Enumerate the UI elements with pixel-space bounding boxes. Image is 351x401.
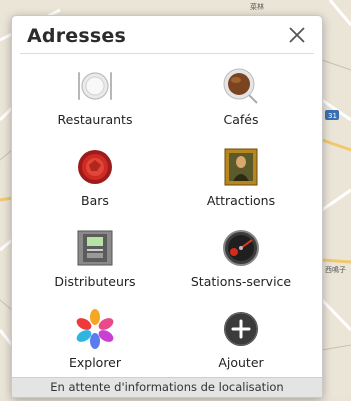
status-bar: En attente d'informations de localisatio… <box>12 377 322 397</box>
category-ajouter[interactable]: Ajouter <box>181 305 301 379</box>
dialog-header: Adresses <box>12 16 322 54</box>
category-attractions[interactable]: Attractions <box>181 143 301 217</box>
category-explorer[interactable]: Explorer <box>35 305 155 379</box>
category-label: Attractions <box>206 193 276 208</box>
map-place-label: 菜林 <box>250 2 264 11</box>
route-shield-label: 31 <box>328 112 337 120</box>
map-place-label: 西鳴子 <box>325 265 346 274</box>
category-label: Bars <box>81 193 109 208</box>
header-divider <box>20 53 314 54</box>
bottle-cap-icon <box>78 150 112 184</box>
category-label: Distributeurs <box>54 274 136 289</box>
category-cafes[interactable]: Cafés <box>181 62 301 136</box>
plate-cutlery-icon <box>78 72 112 100</box>
category-stations-service[interactable]: Stations-service <box>181 224 301 298</box>
category-bars[interactable]: Bars <box>35 143 155 217</box>
fuel-gauge-icon <box>223 230 259 266</box>
category-label: Explorer <box>68 355 122 370</box>
category-label: Cafés <box>223 112 259 127</box>
close-icon[interactable] <box>286 24 308 46</box>
mona-lisa-painting-icon <box>224 148 258 186</box>
dialog-title: Adresses <box>27 25 126 47</box>
addresses-dialog: Adresses Restaurants Cafés Bars Attracti… <box>12 16 322 397</box>
atm-icon <box>77 230 113 266</box>
category-distributeurs[interactable]: Distributeurs <box>35 224 155 298</box>
add-icon <box>224 312 258 346</box>
category-label: Ajouter <box>218 355 264 370</box>
coffee-cup-icon <box>223 68 258 104</box>
category-label: Restaurants <box>57 112 133 127</box>
category-restaurants[interactable]: Restaurants <box>35 62 155 136</box>
category-label: Stations-service <box>190 274 292 289</box>
flower-icon <box>76 309 114 349</box>
